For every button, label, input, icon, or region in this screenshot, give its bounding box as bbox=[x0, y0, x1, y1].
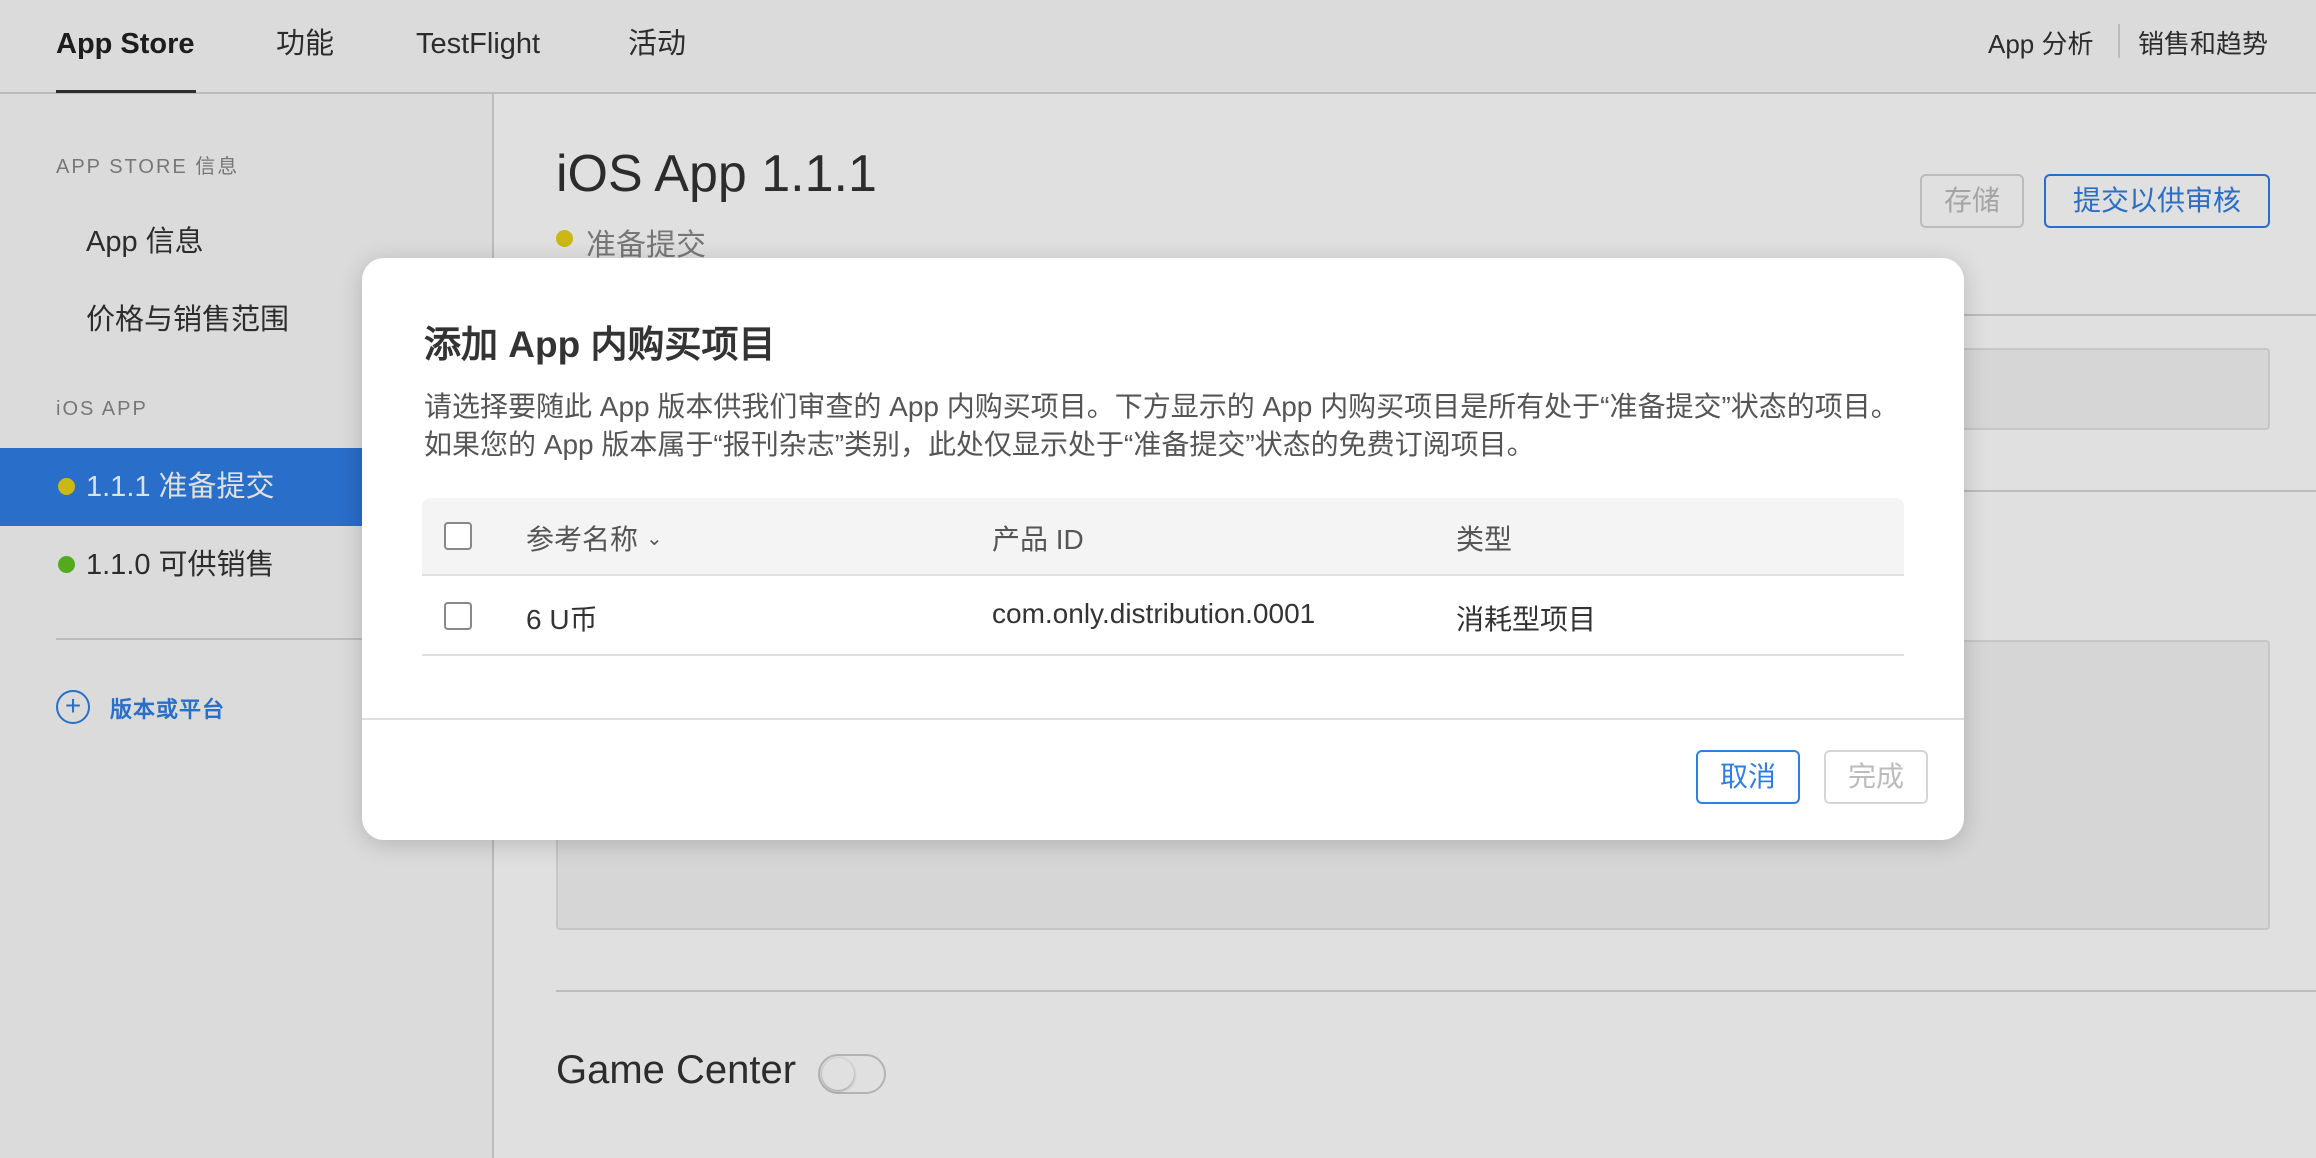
row-reference-name: 6 U币 bbox=[526, 604, 598, 635]
dialog-footer-divider bbox=[362, 718, 1964, 720]
column-header-label: 参考名称 bbox=[526, 524, 639, 555]
done-button[interactable]: 完成 bbox=[1824, 750, 1928, 804]
select-all-checkbox[interactable] bbox=[444, 522, 472, 550]
cancel-button[interactable]: 取消 bbox=[1696, 750, 1800, 804]
row-type: 消耗型项目 bbox=[1456, 604, 1597, 635]
dialog-description: 请选择要随此 App 版本供我们审查的 App 内购买项目。下方显示的 App … bbox=[424, 391, 1899, 460]
dialog-title: 添加 App 内购买项目 bbox=[424, 324, 776, 365]
chevron-down-icon: ⌄ bbox=[646, 528, 663, 550]
column-header-product-id: 产品 ID bbox=[992, 524, 1084, 555]
column-header-reference-name[interactable]: 参考名称 ⌄ bbox=[526, 518, 663, 558]
row-checkbox[interactable] bbox=[444, 602, 472, 630]
table-header: 参考名称 ⌄ 产品 ID 类型 bbox=[422, 498, 1904, 576]
table-row[interactable]: 6 U币 com.only.distribution.0001 消耗型项目 bbox=[422, 576, 1904, 656]
row-product-id: com.only.distribution.0001 bbox=[992, 598, 1316, 629]
column-header-type: 类型 bbox=[1456, 524, 1513, 555]
add-iap-dialog: 添加 App 内购买项目 请选择要随此 App 版本供我们审查的 App 内购买… bbox=[362, 258, 1964, 840]
